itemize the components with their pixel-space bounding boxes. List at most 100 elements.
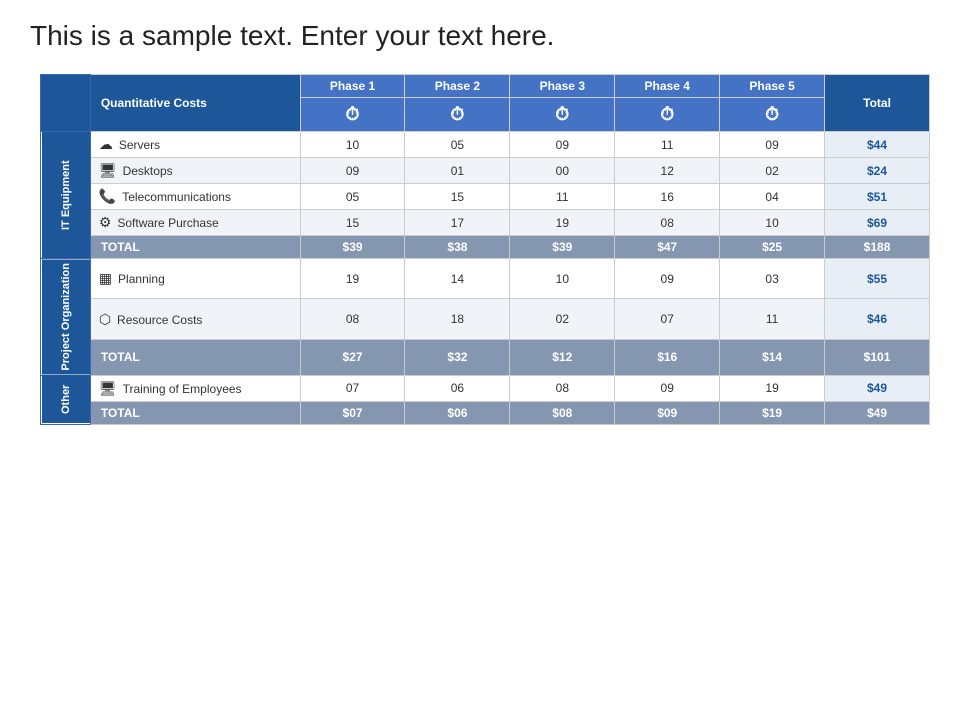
total-phase-value: $39	[510, 236, 615, 259]
total-phase-value: $25	[720, 236, 825, 259]
col-header-phase4: Phase 4	[615, 75, 720, 98]
header-row-phases: Quantitative Costs Phase 1 Phase 2 Phase…	[41, 75, 930, 98]
phase-value: 14	[405, 259, 510, 299]
item-icon: 🖥	[99, 162, 117, 178]
phase-value: 03	[720, 259, 825, 299]
phase-value: 08	[615, 210, 720, 236]
phase-value: 04	[720, 184, 825, 210]
col-header-quant: Quantitative Costs	[90, 75, 300, 132]
phase-value: 07	[300, 375, 405, 401]
section-grand-total: $101	[825, 339, 930, 375]
row-total: $55	[825, 259, 930, 299]
phase-value: 09	[510, 132, 615, 158]
phase-value: 02	[720, 158, 825, 184]
total-label: TOTAL	[90, 401, 300, 424]
phase-value: 15	[300, 210, 405, 236]
phase-value: 10	[300, 132, 405, 158]
row-total: $46	[825, 299, 930, 339]
row-total: $49	[825, 375, 930, 401]
total-phase-value: $08	[510, 401, 615, 424]
phase-value: 09	[720, 132, 825, 158]
row-total: $44	[825, 132, 930, 158]
col-header-phase2: Phase 2	[405, 75, 510, 98]
phase5-icon: ⏱	[720, 98, 825, 132]
page-title: This is a sample text. Enter your text h…	[30, 20, 930, 52]
total-label: TOTAL	[90, 339, 300, 375]
cost-table: Quantitative Costs Phase 1 Phase 2 Phase…	[40, 74, 930, 425]
phase-value: 02	[510, 299, 615, 339]
phase-value: 05	[405, 132, 510, 158]
item-name: 🖥Training of Employees	[90, 375, 300, 401]
phase-value: 11	[720, 299, 825, 339]
total-phase-value: $14	[720, 339, 825, 375]
phase-value: 09	[615, 375, 720, 401]
total-phase-value: $06	[405, 401, 510, 424]
phase-value: 19	[510, 210, 615, 236]
item-icon: ☁	[99, 136, 113, 152]
phase-value: 19	[720, 375, 825, 401]
phase-value: 16	[615, 184, 720, 210]
phase-value: 09	[300, 158, 405, 184]
phase4-icon: ⏱	[615, 98, 720, 132]
col-header-phase1: Phase 1	[300, 75, 405, 98]
section-total-row: TOTAL$27$32$12$16$14$101	[41, 339, 930, 375]
total-label: TOTAL	[90, 236, 300, 259]
col-header-total: Total	[825, 75, 930, 132]
total-phase-value: $27	[300, 339, 405, 375]
item-name: ☁Servers	[90, 132, 300, 158]
total-phase-value: $09	[615, 401, 720, 424]
item-name: ⚙Software Purchase	[90, 210, 300, 236]
section-total-row: TOTAL$07$06$08$09$19$49	[41, 401, 930, 424]
phase-value: 11	[510, 184, 615, 210]
table-wrapper: Quantitative Costs Phase 1 Phase 2 Phase…	[40, 74, 930, 425]
total-phase-value: $39	[300, 236, 405, 259]
phase-value: 08	[510, 375, 615, 401]
phase2-icon: ⏱	[405, 98, 510, 132]
item-icon: 🖥	[99, 380, 117, 396]
phase-value: 17	[405, 210, 510, 236]
item-name: 🖥Desktops	[90, 158, 300, 184]
total-phase-value: $32	[405, 339, 510, 375]
table-row: ⚙Software Purchase1517190810$69	[41, 210, 930, 236]
total-phase-value: $16	[615, 339, 720, 375]
item-icon: ▦	[99, 270, 112, 286]
section-grand-total: $188	[825, 236, 930, 259]
section-label-project-org: Project Organization	[41, 259, 91, 376]
table-row: IT Equipment☁Servers1005091109$44	[41, 132, 930, 158]
phase-value: 15	[405, 184, 510, 210]
phase-value: 08	[300, 299, 405, 339]
phase3-icon: ⏱	[510, 98, 615, 132]
total-phase-value: $07	[300, 401, 405, 424]
table-row: Project Organization▦Planning1914100903$…	[41, 259, 930, 299]
section-grand-total: $49	[825, 401, 930, 424]
item-name: 📞Telecommunications	[90, 184, 300, 210]
phase-value: 00	[510, 158, 615, 184]
phase-value: 11	[615, 132, 720, 158]
item-icon: 📞	[99, 188, 116, 204]
table-row: 🖥Desktops0901001202$24	[41, 158, 930, 184]
section-label-it-equipment: IT Equipment	[41, 132, 91, 259]
item-icon: ⬡	[99, 311, 111, 327]
row-total: $24	[825, 158, 930, 184]
phase-value: 19	[300, 259, 405, 299]
table-row: Other🖥Training of Employees0706080919$49	[41, 375, 930, 401]
item-icon: ⚙	[99, 214, 112, 230]
phase-value: 07	[615, 299, 720, 339]
phase-value: 06	[405, 375, 510, 401]
total-phase-value: $47	[615, 236, 720, 259]
phase-value: 12	[615, 158, 720, 184]
item-name: ⬡Resource Costs	[90, 299, 300, 339]
total-phase-value: $12	[510, 339, 615, 375]
table-row: ⬡Resource Costs0818020711$46	[41, 299, 930, 339]
total-phase-value: $38	[405, 236, 510, 259]
phase-value: 10	[720, 210, 825, 236]
row-total: $51	[825, 184, 930, 210]
table-row: 📞Telecommunications0515111604$51	[41, 184, 930, 210]
phase-value: 10	[510, 259, 615, 299]
section-total-row: TOTAL$39$38$39$47$25$188	[41, 236, 930, 259]
total-phase-value: $19	[720, 401, 825, 424]
phase-value: 18	[405, 299, 510, 339]
row-total: $69	[825, 210, 930, 236]
phase1-icon: ⏱	[300, 98, 405, 132]
phase-value: 01	[405, 158, 510, 184]
